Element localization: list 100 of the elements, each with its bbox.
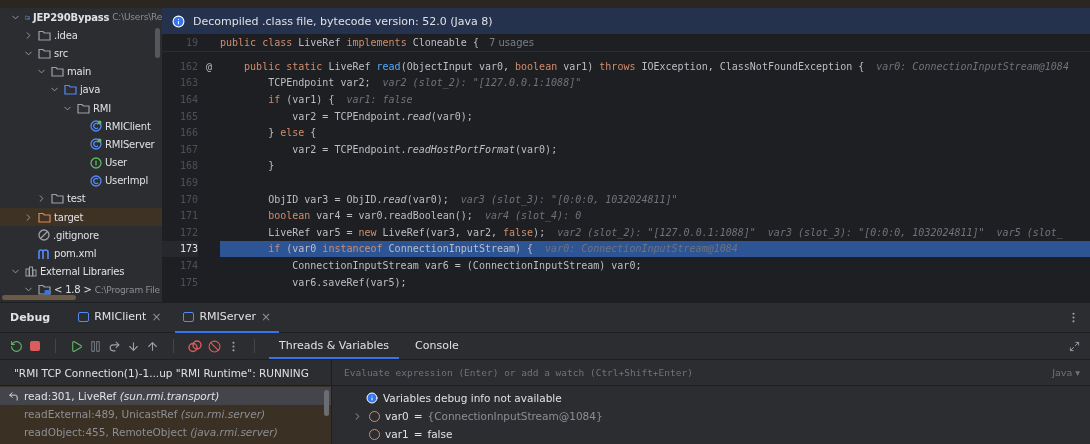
tree-item[interactable]: .gitignore bbox=[0, 226, 162, 245]
code-token: false bbox=[503, 226, 534, 238]
code-token: IOException, ClassNotFoundException { bbox=[641, 60, 865, 72]
code-token: TCPEndpoint var2; bbox=[267, 77, 371, 89]
tree-item[interactable]: .idea bbox=[0, 26, 162, 45]
maven-icon bbox=[38, 248, 51, 259]
tab-label: RMIClient bbox=[94, 310, 147, 323]
debug-tab[interactable]: RMIClient × bbox=[70, 302, 170, 333]
class-icon bbox=[90, 138, 102, 151]
inline-value-hint: var1: false bbox=[346, 94, 413, 105]
folder-icon bbox=[38, 29, 51, 41]
run-config-icon bbox=[183, 311, 195, 322]
resume-icon[interactable] bbox=[70, 339, 83, 353]
code-token: throws bbox=[599, 60, 637, 72]
variable-name: var1 bbox=[385, 428, 409, 440]
code-token: ConnectionInputStream var6 = (ConnectionInputStream) var0; bbox=[291, 259, 642, 271]
code-token: var2 = TCPEndpoint. bbox=[291, 143, 407, 155]
code-token: ); bbox=[533, 226, 546, 238]
tree-item[interactable]: java bbox=[0, 80, 162, 99]
close-icon[interactable]: × bbox=[151, 309, 162, 324]
close-icon[interactable]: × bbox=[260, 309, 271, 324]
line-number: 173 bbox=[162, 240, 198, 258]
code-token: public static bbox=[243, 60, 324, 72]
stack-frame[interactable]: read:301, LiveRef (sun.rmi.transport) bbox=[0, 387, 331, 405]
inline-value-hint: var4 (slot_4): 0 bbox=[484, 210, 582, 222]
variable-value: false bbox=[427, 428, 453, 440]
tree-item[interactable]: RMI bbox=[0, 98, 162, 118]
inline-value-hint: var0: ConnectionInputStream@1084 bbox=[876, 60, 1069, 72]
scrollbar[interactable] bbox=[2, 295, 76, 300]
class-icon bbox=[90, 120, 102, 133]
path-hint: C:\Program File bbox=[94, 284, 160, 295]
tree-item[interactable]: External Libraries bbox=[0, 262, 162, 281]
code-token: LiveRef var5 = bbox=[267, 226, 354, 238]
tree-item[interactable]: User bbox=[0, 153, 162, 172]
view-tab[interactable]: Threads & Variables bbox=[269, 333, 400, 359]
override-marker[interactable]: @ bbox=[206, 60, 212, 72]
scrollbar[interactable] bbox=[155, 28, 160, 58]
code-token: LiveRef bbox=[298, 37, 342, 48]
scrollbar[interactable] bbox=[324, 390, 329, 416]
info-message: Variables debug info not available bbox=[383, 392, 562, 404]
view-tab[interactable]: Console bbox=[405, 333, 469, 359]
code-token: (var0); bbox=[406, 193, 449, 205]
code-token: instanceof bbox=[322, 243, 384, 255]
step-out-icon[interactable] bbox=[146, 339, 159, 353]
folder-icon bbox=[64, 84, 77, 96]
tree-item[interactable]: src bbox=[0, 44, 162, 63]
inline-value-hint: var2 (slot_2): "[127.0.0.1:1088]" bbox=[382, 77, 582, 89]
tree-item[interactable]: pom.xml bbox=[0, 244, 162, 263]
variable-value: {ConnectionInputStream@1084} bbox=[427, 410, 603, 422]
tree-item[interactable]: test bbox=[0, 189, 162, 209]
code-token: public class bbox=[220, 37, 294, 48]
mute-breakpoints-icon[interactable] bbox=[208, 339, 221, 353]
step-into-icon[interactable] bbox=[127, 339, 140, 353]
ignore-icon bbox=[38, 229, 50, 242]
code-token: read bbox=[382, 193, 407, 205]
code-token: } bbox=[267, 127, 276, 139]
folder-icon bbox=[51, 66, 64, 78]
library-icon bbox=[25, 266, 37, 278]
layout-icon[interactable] bbox=[1069, 340, 1080, 352]
code-token: (var0 bbox=[286, 243, 318, 255]
tree-item[interactable]: < 1.8 > C:\Program File bbox=[0, 280, 162, 299]
pause-icon[interactable] bbox=[89, 339, 102, 353]
tree-item[interactable]: JEP290Bypass C:\Users\Re bbox=[0, 8, 162, 27]
usages-hint: 7 usages bbox=[488, 37, 534, 48]
code-token: boolean bbox=[515, 60, 559, 72]
code-token: var2 = TCPEndpoint. bbox=[291, 110, 407, 122]
code-token: Cloneable { bbox=[412, 37, 479, 48]
code-token: LiveRef bbox=[328, 60, 372, 72]
code-token: else bbox=[280, 127, 306, 139]
evaluate-field[interactable]: Evaluate expression (Enter) or add a watch (Ctrl+Shift+Enter) bbox=[342, 366, 1045, 379]
folder-icon bbox=[38, 211, 51, 223]
inline-value-hint: var5 (slot_ bbox=[996, 226, 1063, 238]
variable-name: var0 bbox=[385, 410, 409, 422]
equals-sign: = bbox=[413, 428, 423, 440]
tree-item[interactable]: RMIClient bbox=[0, 117, 162, 136]
code-token: LiveRef(var3, var2, bbox=[382, 226, 498, 238]
step-over-icon[interactable] bbox=[108, 339, 121, 353]
inline-value-hint: var0: ConnectionInputStream@1084 bbox=[545, 243, 738, 255]
rerun-icon[interactable] bbox=[10, 339, 23, 353]
equals-sign: = bbox=[413, 410, 423, 422]
code-token: implements bbox=[346, 37, 408, 48]
code-token: var6.saveRef(var5); bbox=[291, 276, 407, 288]
tree-item[interactable]: main bbox=[0, 62, 162, 81]
return-icon bbox=[8, 390, 19, 402]
debug-tab[interactable]: RMIServer × bbox=[175, 302, 279, 333]
code-token: { bbox=[310, 127, 317, 139]
stop-icon[interactable] bbox=[29, 340, 41, 352]
code-token: boolean bbox=[267, 210, 312, 222]
info-icon bbox=[172, 14, 185, 28]
breakpoints-icon[interactable] bbox=[188, 339, 202, 353]
code-token: read bbox=[376, 60, 401, 72]
class-icon bbox=[90, 174, 102, 187]
tree-item[interactable]: UserImpl bbox=[0, 171, 162, 190]
tree-item[interactable]: RMIServer bbox=[0, 135, 162, 154]
inline-value-hint: var3 (slot_3): "[0:0:0, 1032024811]" bbox=[460, 193, 678, 205]
folder-icon bbox=[51, 193, 64, 205]
path-hint: C:\Users\Re bbox=[112, 12, 162, 23]
code-token: new bbox=[358, 226, 378, 238]
code-token: if bbox=[267, 94, 282, 105]
inline-value-hint: var2 (slot_2): "[127.0.0.1:1088]" bbox=[557, 226, 756, 238]
